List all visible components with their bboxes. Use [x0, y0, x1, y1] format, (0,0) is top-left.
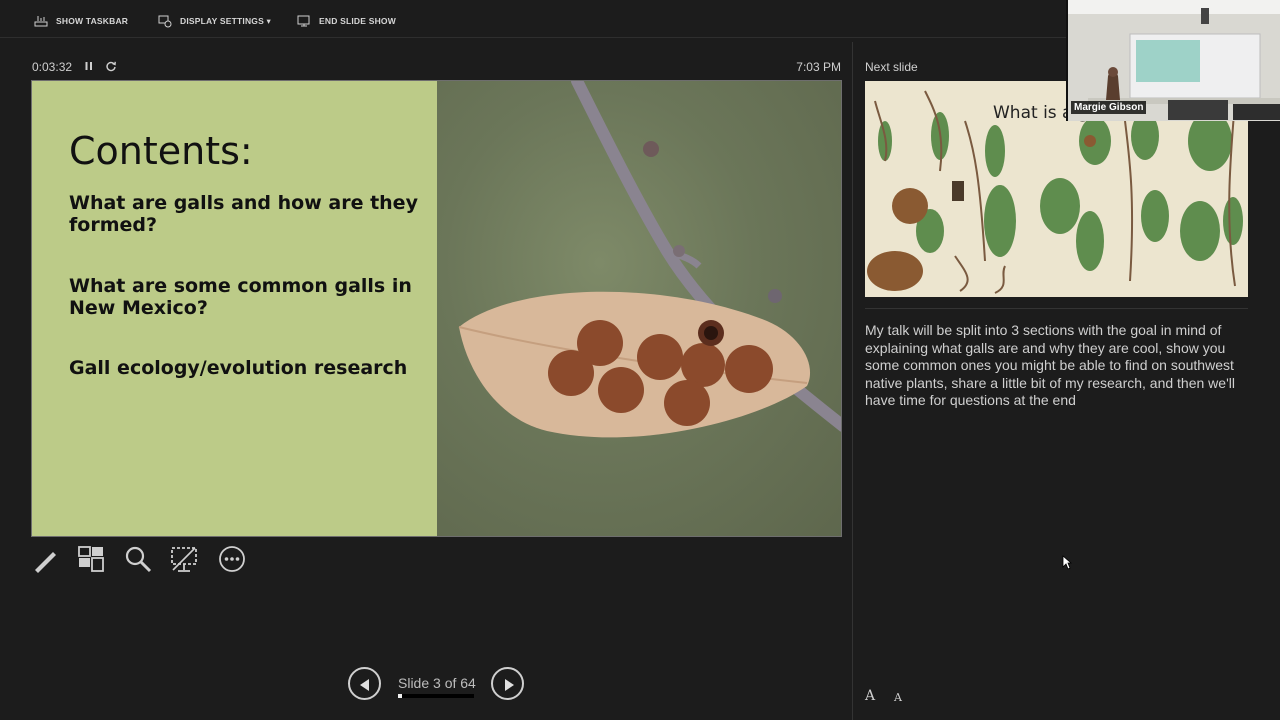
slide-progress-bar — [398, 694, 474, 698]
display-settings-label: DISPLAY SETTINGS ▾ — [180, 15, 271, 26]
participant-name: Margie Gibson — [1071, 101, 1147, 114]
display-settings-button[interactable]: DISPLAY SETTINGS ▾ — [158, 13, 271, 29]
gall-leaf-illustration — [458, 81, 841, 438]
previous-slide-button[interactable] — [348, 667, 381, 700]
current-time: 7:03 PM — [796, 60, 841, 74]
show-taskbar-button[interactable]: SHOW TASKBAR — [34, 13, 128, 29]
pen-tool-button[interactable] — [31, 544, 61, 574]
panel-divider[interactable] — [852, 42, 853, 720]
end-slide-show-label: END SLIDE SHOW — [319, 16, 396, 26]
more-options-icon — [219, 546, 245, 572]
current-slide[interactable]: Contents: What are galls and how are the… — [31, 80, 842, 537]
speaker-notes[interactable]: My talk will be split into 3 sections wi… — [865, 322, 1240, 410]
end-show-icon — [297, 15, 310, 27]
slide-bullet: What are galls and how are they formed? — [69, 192, 418, 236]
slide-counter[interactable]: Slide 3 of 64 — [398, 675, 476, 691]
pause-icon[interactable] — [82, 59, 96, 73]
next-slide-label: Next slide — [865, 60, 918, 74]
show-taskbar-label: SHOW TASKBAR — [56, 16, 129, 26]
next-slide-button[interactable] — [491, 667, 524, 700]
slide-photo-gall-leaf — [437, 81, 841, 536]
see-all-slides-icon — [78, 546, 104, 572]
see-all-slides-button[interactable] — [77, 544, 107, 574]
increase-font-button[interactable]: A — [865, 688, 875, 704]
black-screen-icon — [171, 547, 197, 572]
slide-progress-fill — [398, 694, 402, 698]
decrease-font-button[interactable]: A — [894, 691, 902, 704]
elapsed-timer: 0:03:32 — [32, 60, 73, 74]
black-screen-button[interactable] — [169, 544, 199, 574]
slide-bullet: What are some common galls in New Mexico… — [69, 275, 412, 319]
webcam-overlay: Margie Gibson — [1066, 0, 1280, 121]
display-settings-icon — [158, 15, 172, 28]
more-options-button[interactable] — [217, 544, 247, 574]
end-slide-show-button[interactable]: END SLIDE SHOW — [297, 13, 396, 29]
pen-icon — [35, 552, 56, 573]
slide-title: Contents: — [69, 129, 253, 173]
mouse-cursor-icon — [1062, 555, 1072, 570]
reset-icon[interactable] — [104, 59, 118, 73]
taskbar-icon — [34, 16, 48, 27]
zoom-button[interactable] — [123, 544, 153, 574]
notes-divider — [865, 308, 1248, 309]
slide-text-panel: Contents: What are galls and how are the… — [32, 81, 437, 536]
zoom-icon — [125, 546, 152, 573]
slide-bullet: Gall ecology/evolution research — [69, 357, 408, 379]
